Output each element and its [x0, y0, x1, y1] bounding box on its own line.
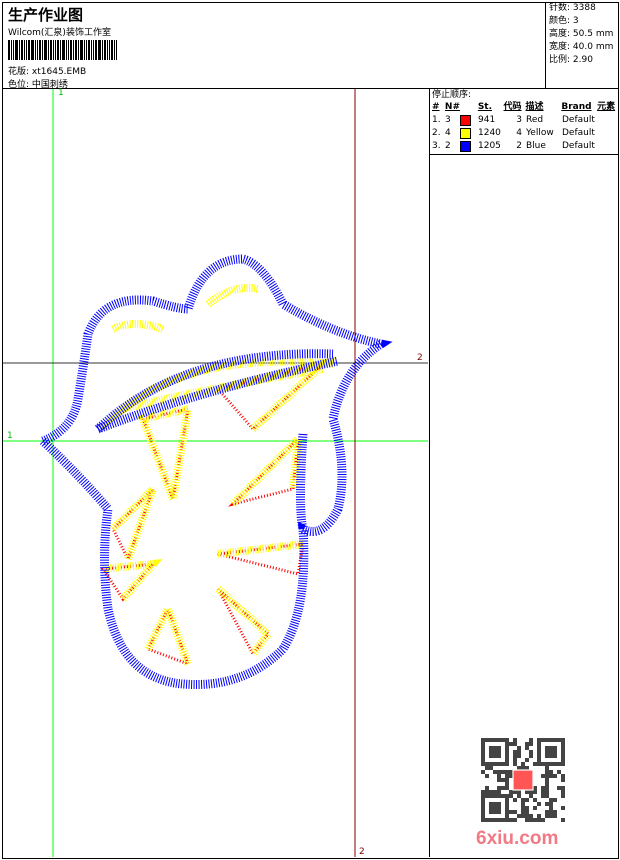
- barcode-bar: [68, 40, 69, 60]
- color-swatch: [460, 128, 471, 139]
- green-guide-label-left: 1: [7, 431, 13, 441]
- barcode-bar: [114, 40, 115, 60]
- barcode-bar: [73, 40, 74, 60]
- barcode-bar: [91, 40, 92, 60]
- company-name: Wilcom(汇泉)装饰工作室: [8, 28, 111, 38]
- barcode-bar: [42, 40, 43, 60]
- barcode-bar: [15, 40, 18, 60]
- stat-colors: 颜色: 3: [549, 16, 579, 26]
- barcode-bar: [70, 40, 72, 60]
- green-guide-label-top: 1: [58, 88, 64, 98]
- barcode-bar: [11, 40, 12, 60]
- design-stats: 针数: 3388 颜色: 3 高度: 50.5 mm 宽度: 40.0 mm 比…: [545, 2, 619, 89]
- barcode-bar: [50, 40, 52, 60]
- color-swatch: [460, 115, 471, 126]
- table-row: 3. 2 1205 2 Blue Default: [432, 141, 595, 152]
- barcode-bar: [19, 40, 20, 60]
- sheet-title: 生产作业图: [8, 6, 84, 24]
- barcode-bar: [44, 40, 47, 60]
- barcode-bar: [93, 40, 94, 60]
- barcode-bar: [37, 40, 38, 60]
- qr-code: [481, 738, 565, 822]
- barcode-bar: [57, 40, 59, 60]
- barcode-bar: [102, 40, 103, 60]
- stop-sequence-title: 停止顺序:: [432, 90, 472, 100]
- barcode-bar: [66, 40, 67, 60]
- barcode-bar: [116, 40, 117, 60]
- barcode-bar: [21, 40, 23, 60]
- table-divider: [430, 154, 619, 155]
- barcode-bar: [80, 40, 83, 60]
- barcode-bar: [84, 40, 85, 60]
- barcode-bar: [111, 40, 113, 60]
- sheet-header: 生产作业图 Wilcom(汇泉)装饰工作室 花版: xt1645.EMB 色位:…: [2, 2, 545, 90]
- table-row: 1. 3 941 3 Red Default: [432, 115, 595, 126]
- color-swatch: [460, 141, 471, 152]
- barcode-bar: [39, 40, 41, 60]
- design-file-line: 花版: xt1645.EMB: [8, 64, 86, 77]
- barcode-bar: [55, 40, 56, 60]
- dark-guide-label-right: 2: [417, 353, 423, 363]
- design-canvas: 1 1 2 2: [3, 88, 428, 857]
- barcode-bar: [86, 40, 87, 60]
- barcode-bar: [75, 40, 77, 60]
- table-row: 2. 4 1240 4 Yellow Default: [432, 128, 595, 139]
- design-label: 花版:: [8, 67, 30, 77]
- barcode-bar: [35, 40, 36, 60]
- barcode-bar: [13, 40, 14, 60]
- barcode-bar: [78, 40, 79, 60]
- barcode: [8, 40, 118, 60]
- table-header: # N# St. 代码 描述 Brand 元素: [432, 102, 616, 112]
- barcode-bar: [107, 40, 108, 60]
- barcode-bar: [88, 40, 90, 60]
- watermark-logo: 6xiu.com: [476, 828, 559, 849]
- blue-outline-stitches: [39, 254, 393, 690]
- dark-guide-label-bottom: 2: [359, 847, 365, 857]
- barcode-bar: [104, 40, 106, 60]
- design-file: xt1645.EMB: [31, 67, 87, 77]
- barcode-bar: [109, 40, 110, 60]
- barcode-bar: [48, 40, 49, 60]
- stat-scale: 比例: 2.90: [549, 55, 593, 65]
- stat-stitches: 针数: 3388: [549, 3, 596, 13]
- barcode-bar: [8, 40, 10, 60]
- barcode-bar: [26, 40, 27, 60]
- barcode-bar: [98, 40, 101, 60]
- barcode-bar: [95, 40, 97, 60]
- embroidery-preview: [3, 89, 428, 857]
- barcode-bar: [28, 40, 30, 60]
- barcode-bar: [31, 40, 34, 60]
- yellow-stitches: [99, 284, 337, 666]
- barcode-bar: [60, 40, 61, 60]
- stat-width: 宽度: 40.0 mm: [549, 42, 614, 52]
- barcode-bar: [53, 40, 54, 60]
- barcode-bar: [24, 40, 25, 60]
- stat-height: 高度: 50.5 mm: [549, 29, 614, 39]
- barcode-bar: [62, 40, 65, 60]
